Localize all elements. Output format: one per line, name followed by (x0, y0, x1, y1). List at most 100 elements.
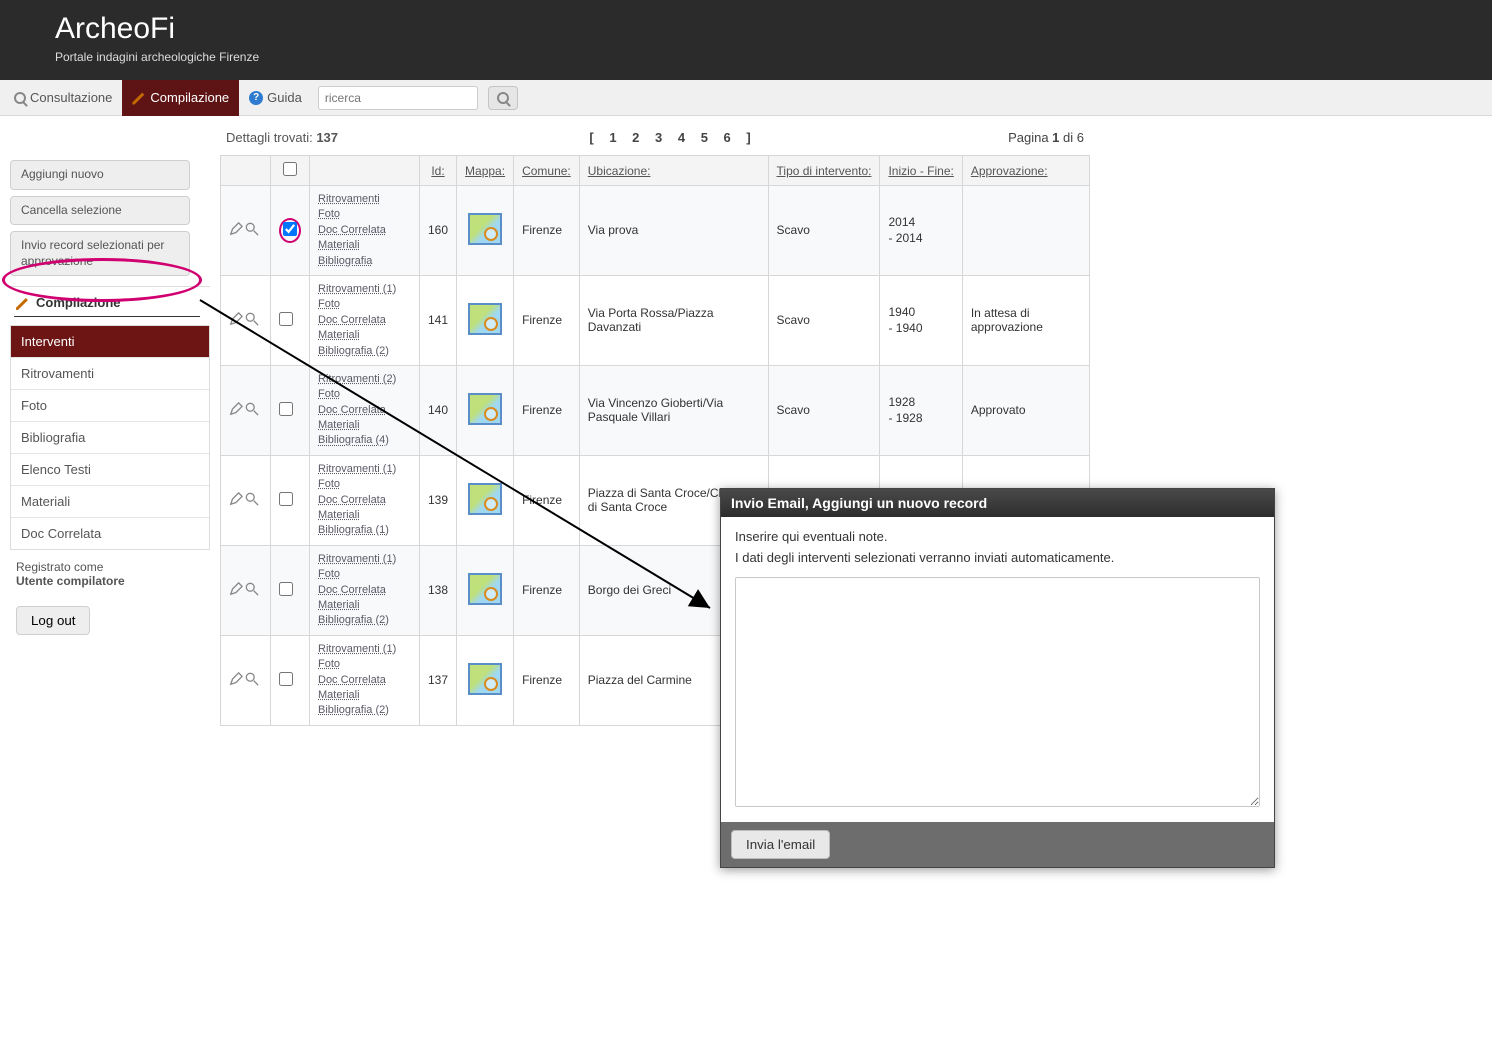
link-foto[interactable]: Foto (318, 387, 411, 402)
link-ritrovamenti[interactable]: Ritrovamenti (1) (318, 642, 411, 657)
send-email-button[interactable]: Invia l'email (731, 830, 830, 859)
sidebar-item-ritrovamenti[interactable]: Ritrovamenti (11, 357, 209, 389)
add-new-button[interactable]: Aggiungi nuovo (10, 160, 190, 190)
link-foto[interactable]: Foto (318, 207, 411, 222)
col-actions (221, 156, 271, 186)
sidebar-item-bibliografia[interactable]: Bibliografia (11, 421, 209, 453)
edit-icon[interactable] (229, 492, 243, 506)
edit-icon[interactable] (229, 222, 243, 236)
map-thumbnail-icon[interactable] (468, 213, 502, 245)
col-tipo[interactable]: Tipo di intervento: (768, 156, 880, 186)
link-doc-correlata[interactable]: Doc Correlata (318, 223, 411, 238)
search-icon (497, 92, 509, 104)
link-bibliografia[interactable]: Bibliografia (2) (318, 613, 411, 628)
search-button[interactable] (488, 86, 518, 110)
sidebar-item-doc-correlata[interactable]: Doc Correlata (11, 517, 209, 549)
view-icon[interactable] (245, 312, 259, 326)
row-checkbox[interactable] (279, 492, 293, 506)
link-foto[interactable]: Foto (318, 657, 411, 672)
link-bibliografia[interactable]: Bibliografia (4) (318, 433, 411, 448)
col-id[interactable]: Id: (420, 156, 457, 186)
nav-guida[interactable]: ? Guida (239, 80, 312, 116)
view-icon[interactable] (245, 492, 259, 506)
link-bibliografia[interactable]: Bibliografia (1) (318, 523, 411, 538)
cell-ubicazione: Via Vincenzo Gioberti/Via Pasquale Villa… (579, 365, 768, 455)
cell-inizio-fine: 1940- 1940 (880, 275, 962, 365)
col-mappa[interactable]: Mappa: (457, 156, 514, 186)
link-bibliografia[interactable]: Bibliografia (318, 254, 411, 269)
link-doc-correlata[interactable]: Doc Correlata (318, 313, 411, 328)
link-materiali[interactable]: Materiali (318, 418, 411, 433)
nav-bar: Consultazione Compilazione ? Guida (0, 80, 1492, 116)
view-icon[interactable] (245, 582, 259, 596)
cell-comune: Firenze (514, 635, 580, 725)
cell-tipo: Scavo (768, 275, 880, 365)
link-foto[interactable]: Foto (318, 297, 411, 312)
sidebar-item-materiali[interactable]: Materiali (11, 485, 209, 517)
link-bibliografia[interactable]: Bibliografia (2) (318, 703, 411, 718)
nav-consultazione[interactable]: Consultazione (4, 80, 122, 116)
link-doc-correlata[interactable]: Doc Correlata (318, 493, 411, 508)
col-approvazione[interactable]: Approvazione: (962, 156, 1089, 186)
link-materiali[interactable]: Materiali (318, 328, 411, 343)
col-ubicazione[interactable]: Ubicazione: (579, 156, 768, 186)
app-header: ArcheoFi Portale indagini archeologiche … (0, 0, 1492, 80)
row-checkbox[interactable] (279, 582, 293, 596)
map-thumbnail-icon[interactable] (468, 663, 502, 695)
user-prefix: Registrato come (16, 560, 103, 574)
link-foto[interactable]: Foto (318, 477, 411, 492)
map-thumbnail-icon[interactable] (468, 393, 502, 425)
user-info: Registrato come Utente compilatore (10, 550, 210, 598)
edit-icon[interactable] (229, 582, 243, 596)
pager[interactable]: [ 1 2 3 4 5 6 ] (589, 130, 756, 145)
cancel-selection-button[interactable]: Cancella selezione (10, 196, 190, 226)
nav-label: Compilazione (150, 90, 229, 105)
link-ritrovamenti[interactable]: Ritrovamenti (1) (318, 462, 411, 477)
modal-notes-textarea[interactable] (735, 577, 1260, 807)
col-links (310, 156, 420, 186)
col-inizio-fine[interactable]: Inizio - Fine: (880, 156, 962, 186)
row-checkbox[interactable] (279, 402, 293, 416)
row-checkbox[interactable] (279, 672, 293, 686)
modal-body: Inserire qui eventuali note. I dati degl… (721, 517, 1274, 822)
row-checkbox[interactable] (279, 312, 293, 326)
link-materiali[interactable]: Materiali (318, 238, 411, 253)
search-input[interactable] (318, 86, 478, 110)
link-ritrovamenti[interactable]: Ritrovamenti (318, 192, 411, 207)
edit-icon[interactable] (229, 312, 243, 326)
link-materiali[interactable]: Materiali (318, 688, 411, 703)
edit-icon[interactable] (229, 402, 243, 416)
link-bibliografia[interactable]: Bibliografia (2) (318, 344, 411, 359)
link-doc-correlata[interactable]: Doc Correlata (318, 583, 411, 598)
email-modal: Invio Email, Aggiungi un nuovo record In… (720, 488, 1275, 868)
map-thumbnail-icon[interactable] (468, 483, 502, 515)
view-icon[interactable] (245, 402, 259, 416)
nav-compilazione[interactable]: Compilazione (122, 80, 239, 116)
sidebar-item-interventi[interactable]: Interventi (11, 326, 209, 357)
link-doc-correlata[interactable]: Doc Correlata (318, 673, 411, 688)
select-all-checkbox[interactable] (283, 162, 297, 176)
cell-id: 139 (420, 455, 457, 545)
link-ritrovamenti[interactable]: Ritrovamenti (1) (318, 552, 411, 567)
col-comune[interactable]: Comune: (514, 156, 580, 186)
map-thumbnail-icon[interactable] (468, 303, 502, 335)
link-ritrovamenti[interactable]: Ritrovamenti (1) (318, 282, 411, 297)
send-selected-button[interactable]: Invio record selezionati per approvazion… (10, 231, 190, 276)
logout-button[interactable]: Log out (16, 606, 90, 635)
link-foto[interactable]: Foto (318, 567, 411, 582)
cell-inizio-fine: 2014- 2014 (880, 186, 962, 276)
sidebar-item-elenco-testi[interactable]: Elenco Testi (11, 453, 209, 485)
cell-comune: Firenze (514, 186, 580, 276)
edit-icon[interactable] (229, 672, 243, 686)
table-row: Ritrovamenti (2)FotoDoc CorrelataMateria… (221, 365, 1090, 455)
view-icon[interactable] (245, 222, 259, 236)
link-ritrovamenti[interactable]: Ritrovamenti (2) (318, 372, 411, 387)
sidebar-item-foto[interactable]: Foto (11, 389, 209, 421)
link-materiali[interactable]: Materiali (318, 508, 411, 523)
view-icon[interactable] (245, 672, 259, 686)
link-doc-correlata[interactable]: Doc Correlata (318, 403, 411, 418)
map-thumbnail-icon[interactable] (468, 573, 502, 605)
link-materiali[interactable]: Materiali (318, 598, 411, 613)
row-checkbox[interactable] (283, 222, 297, 236)
cell-ubicazione: Via prova (579, 186, 768, 276)
